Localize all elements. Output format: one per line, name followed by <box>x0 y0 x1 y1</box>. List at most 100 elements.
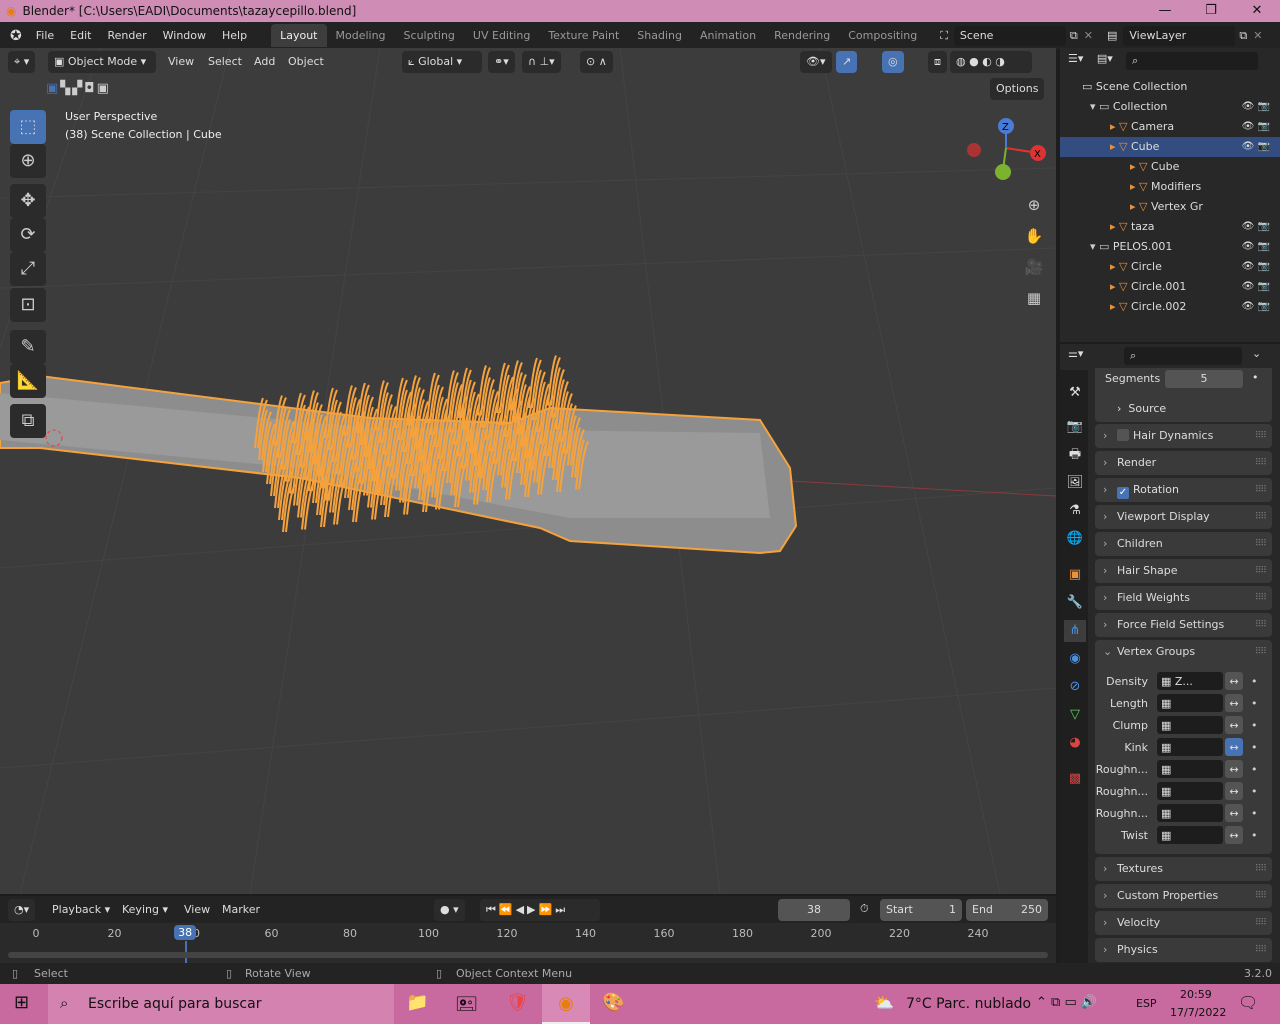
outliner-row[interactable]: ▾ ▭ PELOS.001 👁 📷 <box>1060 237 1280 257</box>
keyframe-dot[interactable]: • <box>1251 672 1258 692</box>
display-mode-icon[interactable]: ▤▾ <box>1097 52 1113 65</box>
auto-keying-button[interactable]: ● ▾ <box>434 899 465 921</box>
properties-search[interactable]: ⌕ <box>1124 347 1242 365</box>
physics-tab-icon[interactable]: ◉ <box>1064 648 1086 670</box>
drag-handle-icon[interactable]: ⠿⠿ <box>1255 559 1267 583</box>
app-icon[interactable]: 🖭 <box>456 992 477 1022</box>
drag-handle-icon[interactable]: ⠿⠿ <box>1255 505 1267 529</box>
close-button[interactable]: ✕ <box>1234 0 1280 22</box>
outliner-row[interactable]: ▸ ▽ Modifiers <box>1060 177 1280 197</box>
system-tray-icons[interactable]: ⌃ ⧉ ▭ 🔊 <box>1036 995 1097 1010</box>
segments-field[interactable]: 5 <box>1165 370 1243 388</box>
paint-icon[interactable]: 🎨 <box>602 992 624 1013</box>
keyframe-dot[interactable]: • <box>1251 738 1258 758</box>
vertex-group-field[interactable]: ▦ <box>1157 694 1223 712</box>
keyframe-dot[interactable]: • <box>1251 782 1258 802</box>
modifiers-tab-icon[interactable]: 🔧 <box>1064 592 1086 614</box>
menu-view[interactable]: View <box>184 903 210 916</box>
panel-after-3[interactable]: › Physics ⠿⠿ <box>1095 938 1272 962</box>
panel-2[interactable]: › ✓ Rotation ⠿⠿ <box>1095 478 1272 502</box>
view-layer-tab-icon[interactable]: 🖼 <box>1064 472 1086 494</box>
new-view-layer-icon[interactable]: ⧉ <box>1235 29 1251 43</box>
render-tab-icon[interactable]: 📷 <box>1064 416 1086 438</box>
drag-handle-icon[interactable]: ⠿⠿ <box>1255 424 1267 448</box>
outliner-row[interactable]: ▸ ▽ Cube 👁 📷 <box>1060 137 1280 157</box>
drag-handle-icon[interactable]: ⠿⠿ <box>1255 478 1267 502</box>
overlay-toggle[interactable]: ◎ <box>882 51 904 73</box>
invert-toggle[interactable]: ↔ <box>1225 782 1243 800</box>
object-tab-icon[interactable]: ▣ <box>1064 564 1086 586</box>
language-indicator[interactable]: ESP <box>1136 997 1157 1010</box>
clock-date[interactable]: 17/7/2022 <box>1170 1006 1226 1019</box>
camera-view-icon[interactable]: 🎥 <box>1021 254 1047 280</box>
menu-window[interactable]: Window <box>155 29 214 42</box>
panel-4[interactable]: › Children ⠿⠿ <box>1095 532 1272 556</box>
drag-handle-icon[interactable]: ⠿⠿ <box>1255 911 1267 935</box>
clock-time[interactable]: 20:59 <box>1180 988 1212 1001</box>
outliner-row[interactable]: ▸ ▽ Circle 👁 📷 <box>1060 257 1280 277</box>
menu-playback[interactable]: Playback ▾ <box>52 903 110 916</box>
visibility-toggles[interactable]: 👁 📷 <box>1242 297 1270 317</box>
drag-handle-icon[interactable]: ⠿⠿ <box>1255 451 1267 475</box>
view-layer-icon[interactable]: ▤ <box>1101 29 1123 42</box>
maximize-button[interactable]: ❐ <box>1188 0 1234 22</box>
scene-icon[interactable]: ⛶ <box>934 29 954 43</box>
tab-compositing[interactable]: Compositing <box>839 24 926 47</box>
editor-type-icon[interactable]: ☰▾ <box>1068 52 1083 65</box>
vertex-group-field[interactable]: ▦ Z... <box>1157 672 1223 690</box>
start-frame-field[interactable]: Start 1 <box>880 899 962 921</box>
outliner-scene-collection[interactable]: ▭ Scene Collection <box>1060 77 1280 97</box>
vertex-group-field[interactable]: ▦ <box>1157 716 1223 734</box>
outliner-row[interactable]: ▸ ▽ Circle.002 👁 📷 <box>1060 297 1280 317</box>
weather-text[interactable]: 7°C Parc. nublado <box>906 996 1031 1012</box>
constraints-tab-icon[interactable]: ⊘ <box>1064 676 1086 698</box>
menu-edit[interactable]: Edit <box>62 29 99 42</box>
windows-start-icon[interactable]: ⊞ <box>14 992 29 1013</box>
drag-handle-icon[interactable]: ⠿⠿ <box>1255 532 1267 556</box>
proportional-edit-button[interactable]: ⊙ ∧ <box>580 51 613 73</box>
panel-checkbox[interactable] <box>1117 429 1129 441</box>
panel-after-2[interactable]: › Velocity ⠿⠿ <box>1095 911 1272 935</box>
options-button[interactable]: Options <box>990 78 1045 100</box>
panel-6[interactable]: › Field Weights ⠿⠿ <box>1095 586 1272 610</box>
outliner-row[interactable]: ▸ ▽ Camera 👁 📷 <box>1060 117 1280 137</box>
rotate-tool[interactable]: ⟳ <box>10 218 46 252</box>
invert-toggle[interactable]: ↔ <box>1225 760 1243 778</box>
drag-handle-icon[interactable]: ⠿⠿ <box>1255 640 1267 664</box>
menu-file[interactable]: File <box>28 29 62 42</box>
vertex-group-field[interactable]: ▦ <box>1157 782 1223 800</box>
annotate-tool[interactable]: ✎ <box>10 330 46 364</box>
tool-tab-icon[interactable]: ⚒ <box>1064 382 1086 404</box>
notifications-icon[interactable]: 🗨 <box>1238 993 1258 1012</box>
navigation-gizmo[interactable]: Z X <box>960 112 1050 192</box>
transform-orientation-selector[interactable]: ⟀ Global ▾ <box>402 51 482 73</box>
keyframe-dot[interactable]: • <box>1251 760 1258 780</box>
cursor-tool[interactable]: ⊕ <box>10 144 46 178</box>
drag-handle-icon[interactable]: ⠿⠿ <box>1255 613 1267 637</box>
end-frame-field[interactable]: End 250 <box>966 899 1048 921</box>
panel-after-0[interactable]: › Textures ⠿⠿ <box>1095 857 1272 881</box>
file-explorer-icon[interactable]: 📁 <box>406 992 428 1013</box>
transform-tool[interactable]: ⊡ <box>10 288 46 322</box>
keyframe-dot[interactable]: • <box>1252 371 1259 384</box>
tab-rendering[interactable]: Rendering <box>765 24 839 47</box>
current-frame-field[interactable]: 38 <box>778 899 850 921</box>
minimize-button[interactable]: — <box>1142 0 1188 22</box>
menu-add[interactable]: Add <box>254 55 275 68</box>
editor-type-icon[interactable]: ⚌▾ <box>1068 347 1083 360</box>
selection-mode-buttons[interactable]: ▣▚▞◘▣ <box>46 81 111 96</box>
scene-selector[interactable]: Scene <box>953 25 1066 46</box>
move-tool[interactable]: ✥ <box>10 184 46 218</box>
pan-hand-icon[interactable]: ✋ <box>1021 223 1047 249</box>
panel-7[interactable]: › Force Field Settings ⠿⠿ <box>1095 613 1272 637</box>
menu-object[interactable]: Object <box>288 55 324 68</box>
editor-type-button[interactable]: ⌖ ▾ <box>8 51 36 73</box>
data-tab-icon[interactable]: ▽ <box>1064 704 1086 726</box>
drag-handle-icon[interactable]: ⠿⠿ <box>1255 884 1267 908</box>
visibility-toggles[interactable]: 👁 📷 <box>1242 237 1270 257</box>
drag-handle-icon[interactable]: ⠿⠿ <box>1255 586 1267 610</box>
invert-toggle[interactable]: ↔ <box>1225 716 1243 734</box>
visibility-toggles[interactable]: 👁 📷 <box>1242 257 1270 277</box>
visibility-toggles[interactable]: 👁 📷 <box>1242 277 1270 297</box>
drag-handle-icon[interactable]: ⠿⠿ <box>1255 857 1267 881</box>
